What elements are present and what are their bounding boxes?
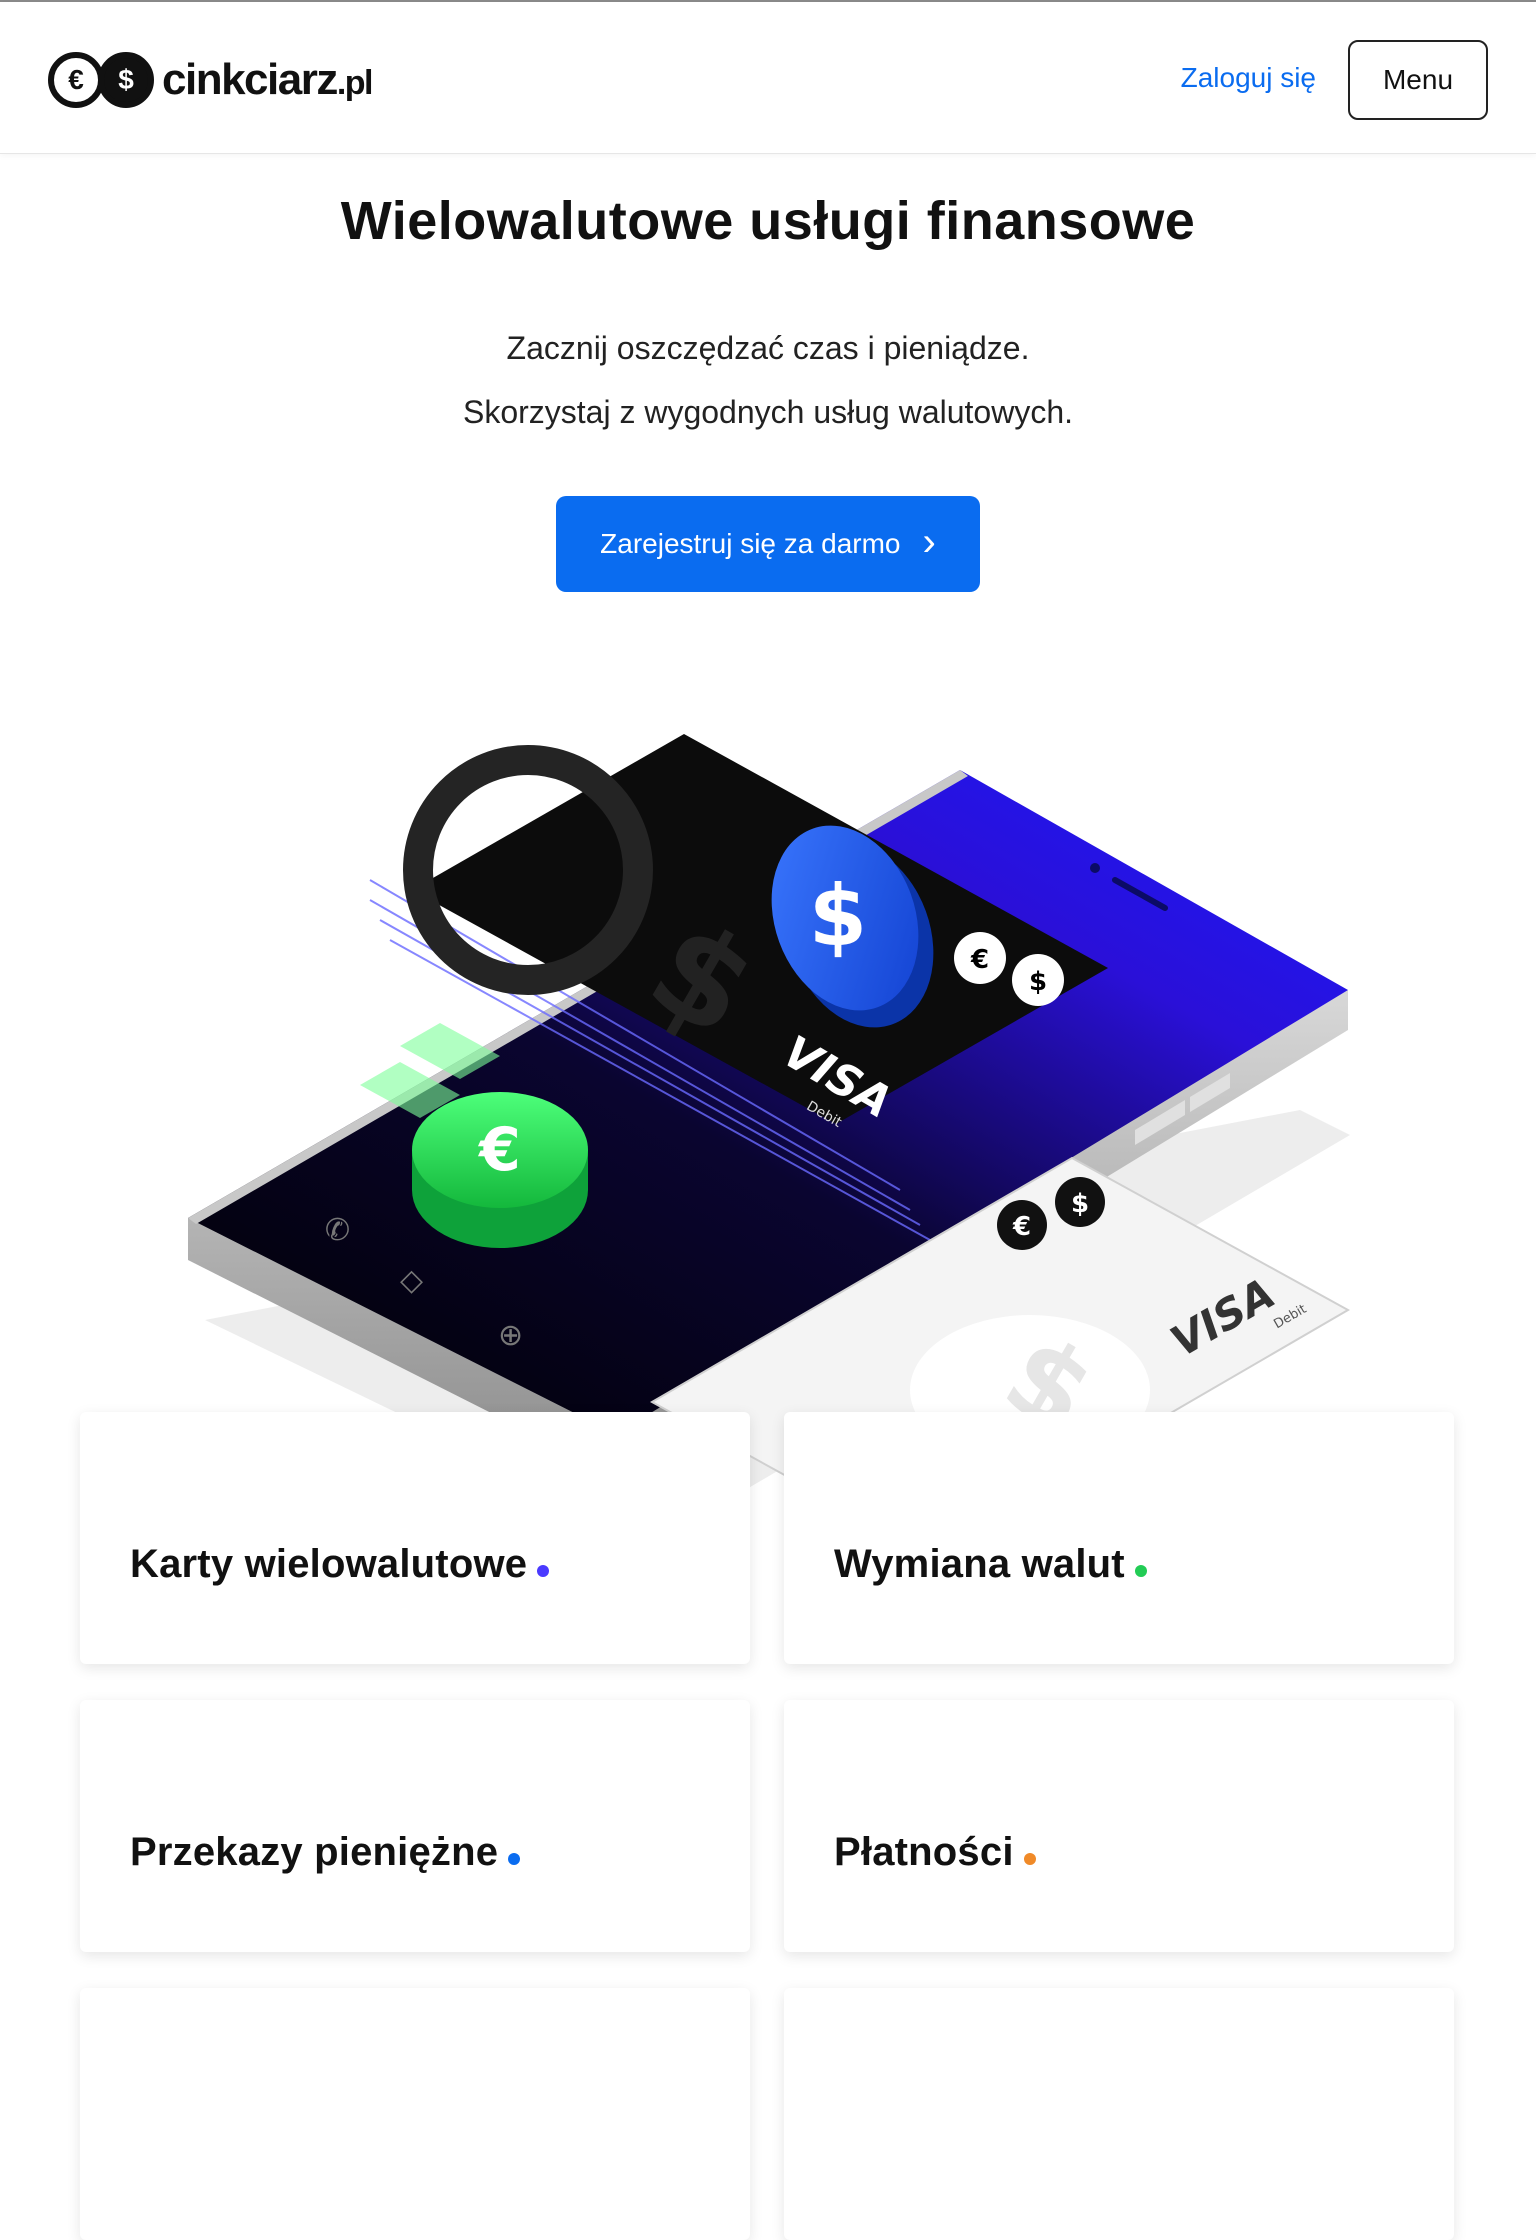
bullet-dot-icon — [508, 1853, 521, 1865]
register-button-label: Zarejestruj się za darmo — [600, 528, 901, 559]
chevron-right-icon: › — [922, 520, 936, 564]
phone-call-icon: ✆ — [325, 1213, 350, 1248]
bullet-dot-icon — [537, 1565, 550, 1577]
service-card-title: Płatności — [834, 1830, 1036, 1875]
bullet-dot-icon — [1023, 1853, 1036, 1865]
hero-subtitle-line1: Zacznij oszczędzać czas i pieniądze. — [506, 330, 1030, 366]
logo-name: cinkciarz — [162, 55, 338, 104]
menu-button[interactable]: Menu — [1348, 40, 1488, 120]
service-card-label: Płatności — [834, 1830, 1014, 1874]
cinkciarz-logo[interactable]: € $ cinkciarz.pl — [48, 52, 374, 108]
login-link[interactable]: Zaloguj się — [1181, 62, 1316, 94]
service-card-label: Przekazy pieniężne — [130, 1830, 499, 1874]
svg-text:€: € — [1012, 1212, 1031, 1242]
svg-text:€: € — [477, 1115, 521, 1185]
euro-coin-icon: € — [48, 52, 104, 108]
hero-illustration: ✆ ◇ ⊕ € $ € $ VISA Debit $ $ € $ VISA De… — [188, 734, 1351, 1520]
service-card-money-transfers[interactable]: Przekazy pieniężne — [80, 1700, 750, 1952]
svg-text:€: € — [970, 945, 989, 975]
bullet-dot-icon — [1134, 1565, 1147, 1577]
logo-domain: .pl — [336, 64, 374, 102]
service-card-title: Karty wielowalutowe — [130, 1542, 550, 1587]
register-button[interactable]: Zarejestruj się za darmo › — [556, 496, 980, 592]
service-card-payments[interactable]: Płatności — [784, 1700, 1454, 1952]
service-card-currency-exchange[interactable]: Wymiana walut — [784, 1412, 1454, 1664]
svg-text:$: $ — [809, 867, 867, 965]
hero-subtitle-line2: Skorzystaj z wygodnych usług walutowych. — [462, 394, 1074, 430]
page-title: Wielowalutowe usługi finansowe — [340, 191, 1196, 251]
svg-text:$: $ — [1029, 967, 1047, 997]
service-card-label: Wymiana walut — [834, 1542, 1125, 1586]
svg-text:$: $ — [1071, 1189, 1089, 1219]
service-card-title: Przekazy pieniężne — [130, 1830, 521, 1875]
service-card-partial[interactable] — [784, 1988, 1454, 2240]
service-card-partial[interactable] — [80, 1988, 750, 2240]
service-card-label: Karty wielowalutowe — [130, 1542, 528, 1586]
logo-wordmark: cinkciarz.pl — [162, 55, 374, 105]
dollar-coin-icon: $ — [98, 52, 154, 108]
chat-icon: ◇ — [400, 1263, 423, 1298]
service-card-multicurrency-cards[interactable]: Karty wielowalutowe — [80, 1412, 750, 1664]
globe-icon: ⊕ — [498, 1318, 523, 1353]
service-card-title: Wymiana walut — [834, 1542, 1147, 1587]
phone-camera — [1090, 863, 1100, 873]
green-euro-coin: € — [412, 1092, 588, 1248]
site-header: € $ cinkciarz.pl Zaloguj się Menu — [0, 2, 1536, 154]
